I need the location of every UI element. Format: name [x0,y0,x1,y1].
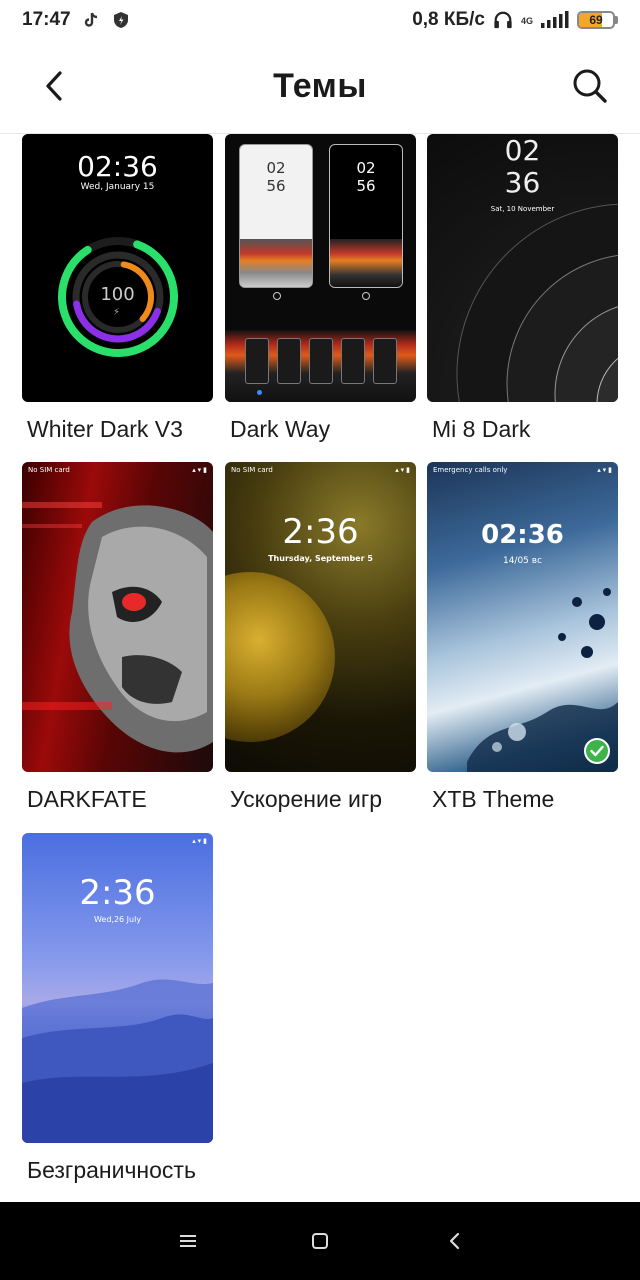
thumb-date: Thursday, September 5 [268,554,373,563]
theme-name[interactable]: Mi 8 Dark [432,416,618,443]
theme-thumbnail[interactable]: 02:36 Wed, January 15 100 ⚡ [22,134,213,402]
theme-name[interactable]: XTB Theme [432,786,618,813]
headphones-icon [493,10,513,30]
theme-thumbnail[interactable]: 02 56 02 56 [225,134,416,402]
desert-dunes-art [22,979,213,1143]
theme-thumbnail[interactable]: 02 36 Sat, 10 November [427,134,618,402]
tiktok-icon [81,10,101,30]
theme-card[interactable]: 02 56 02 56 Dark Way [225,134,416,443]
thumb-clock: 02:36 [77,150,158,183]
thumb-clock: 2:36 [282,512,359,552]
theme-thumbnail[interactable]: No SIM card ▴ ▾ ▮ 2:36 Thursday, Septemb… [225,462,416,772]
theme-card[interactable]: 02:36 Wed, January 15 100 ⚡ Whiter Dark … [22,134,213,443]
selected-check-icon [584,738,610,764]
thumb-clock-h: 02 [266,159,286,177]
preview-strip [225,330,416,402]
theme-thumbnail[interactable]: ▴ ▾ ▮ 2:36 Wed,26 July [22,833,213,1143]
mini-status-icons: ▴ ▾ ▮ [395,467,410,474]
menu-icon[interactable] [173,1226,203,1256]
robot-skull-art [22,502,213,753]
theme-card[interactable]: No SIM card ▴ ▾ ▮ DARKFATE [22,462,213,813]
theme-name[interactable]: Ускорение игр [230,786,416,813]
theme-name[interactable]: Dark Way [230,416,416,443]
search-icon[interactable] [570,66,610,106]
planet-graphic [225,572,335,742]
thumb-sim-text: No SIM card [231,466,273,474]
status-time: 17:47 [22,9,71,30]
theme-name[interactable]: DARKFATE [27,786,213,813]
battery-icon: 69 [577,11,618,29]
thumb-date: Sat, 10 November [490,205,555,213]
ink-splash-art [467,588,618,772]
network-speed: 0,8 КБ/с [412,9,485,30]
theme-thumbnail[interactable]: No SIM card ▴ ▾ ▮ [22,462,213,772]
chevron-left-icon[interactable] [34,66,74,106]
signal-icon [539,10,569,30]
thumb-clock-m: 56 [356,177,376,195]
system-nav-bar [0,1202,640,1280]
status-bar: 17:47 0,8 КБ/с 4G 69 [0,0,640,40]
shield-icon [111,10,131,30]
app-header: Темы [0,40,640,134]
thumb-date: Wed, January 15 [80,182,155,192]
ring-value: 100 [100,284,135,305]
battery-level: 69 [589,13,603,27]
theme-card[interactable]: 02 36 Sat, 10 November Mi 8 Dark [427,134,618,443]
page-title: Темы [273,67,367,105]
theme-thumbnail[interactable]: Emergency calls only ▴ ▾ ▮ 02:36 14/05 в… [427,462,618,772]
theme-card[interactable]: Emergency calls only ▴ ▾ ▮ 02:36 14/05 в… [427,462,618,813]
preview-light-phone: 02 56 [239,144,313,288]
network-type: 4G [520,16,533,26]
theme-grid: 02:36 Wed, January 15 100 ⚡ Whiter Dark … [0,134,640,1204]
thumb-clock-h: 02 [356,159,376,177]
thumb-clock-m: 36 [504,166,541,199]
bolt-icon: ⚡ [113,307,121,318]
theme-card[interactable]: ▴ ▾ ▮ 2:36 Wed,26 July Безграничность [22,833,213,1184]
theme-card[interactable]: No SIM card ▴ ▾ ▮ 2:36 Thursday, Septemb… [225,462,416,813]
theme-name[interactable]: Безграничность [27,1157,213,1184]
preview-dark-phone: 02 56 [329,144,403,288]
thumb-clock-h: 02 [504,134,541,167]
back-triangle-icon[interactable] [440,1226,470,1256]
theme-name[interactable]: Whiter Dark V3 [27,416,213,443]
home-square-icon[interactable] [305,1226,335,1256]
thumb-clock-m: 56 [266,177,286,195]
